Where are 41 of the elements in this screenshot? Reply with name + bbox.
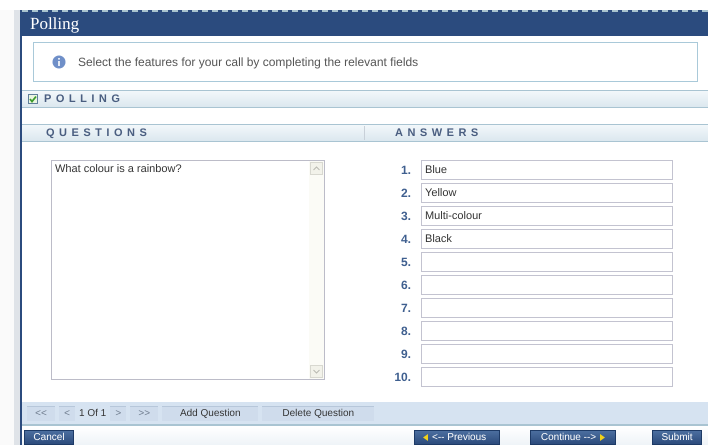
window-title: Polling — [30, 14, 80, 34]
question-button[interactable]: Add Question — [162, 406, 258, 420]
answer-number: 6. — [400, 278, 411, 292]
column-header: ANSWERS — [395, 127, 483, 139]
answer-field[interactable]: Blue — [421, 160, 673, 180]
answer-field[interactable] — [421, 252, 673, 272]
answer-number: 9. — [400, 347, 411, 361]
left-arrow-icon — [423, 434, 428, 441]
scroll-up-icon[interactable] — [310, 162, 323, 175]
answer-field[interactable] — [421, 298, 673, 318]
question-text: What colour is a rainbow? — [54, 162, 183, 177]
answer-field[interactable] — [421, 344, 673, 364]
info-text: Select the features for your call by completing the relevant fields — [78, 55, 418, 69]
section-label: POLLING — [44, 93, 124, 105]
right-arrow-icon — [600, 434, 606, 441]
answer-number: 1. — [400, 163, 411, 177]
column-header: QUESTIONS — [46, 127, 152, 139]
cancel-button[interactable]: Cancel — [24, 430, 74, 445]
submit-button[interactable]: Submit — [652, 430, 702, 445]
answer-number: 8. — [400, 324, 411, 338]
answer-field[interactable]: Yellow — [421, 183, 673, 203]
answer-number: 7. — [400, 301, 411, 315]
answer-field[interactable] — [421, 367, 673, 387]
answer-field[interactable] — [421, 275, 673, 295]
answer-number: 4. — [400, 232, 411, 246]
checkbox[interactable] — [28, 94, 38, 104]
question-field[interactable]: What colour is a rainbow? — [51, 160, 325, 380]
answer-number: 3. — [400, 209, 411, 223]
answer-field[interactable] — [421, 321, 673, 341]
answer-number: 5. — [400, 255, 411, 269]
scroll-down-icon[interactable] — [310, 365, 323, 378]
answer-field[interactable]: Multi-colour — [421, 206, 673, 226]
previous-button[interactable]: <-- Previous — [414, 430, 500, 445]
question-button[interactable]: Delete Question — [262, 406, 374, 420]
continue-button[interactable]: Continue --> — [530, 430, 616, 445]
page-position: 1 Of 1 — [79, 408, 106, 418]
info-icon — [52, 55, 66, 69]
answer-field[interactable]: Black — [421, 229, 673, 249]
answer-number: 10. — [393, 370, 411, 384]
answer-number: 2. — [400, 186, 411, 200]
scrollbar[interactable] — [309, 161, 324, 379]
